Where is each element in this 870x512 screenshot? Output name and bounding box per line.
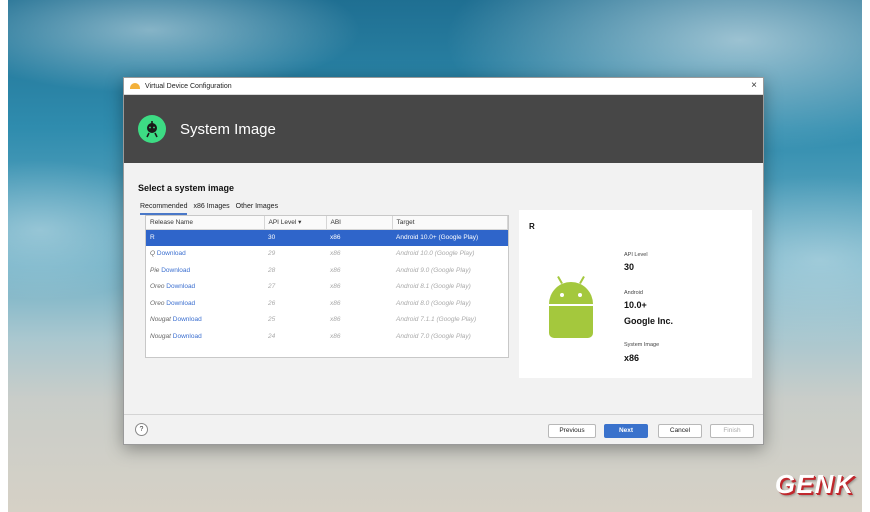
column-target[interactable]: Target [392,216,508,230]
api-level: 30 [264,229,326,246]
abi: x86 [326,229,392,246]
next-button[interactable]: Next [604,424,648,438]
target: Android 9.0 (Google Play) [396,266,471,274]
download-link[interactable]: Download [166,300,195,307]
cancel-button[interactable]: Cancel [658,424,702,438]
section-title: Select a system image [138,183,235,193]
table-header-row: Release Name API Level ▾ ABI Target [146,216,508,230]
abi: x86 [330,283,341,291]
release-name: Oreo Download [150,283,196,291]
download-link[interactable]: Download [173,333,202,340]
close-icon[interactable]: × [751,81,757,91]
wizard-title: System Image [180,120,276,138]
android-studio-icon [130,83,140,89]
image-tabs: Recommended x86 Images Other Images [140,203,278,215]
table-row[interactable]: Oreo Download 26 x86 Android 8.0 (Google… [146,295,508,312]
right-letterbox [862,0,870,512]
tab-x86-images[interactable]: x86 Images [193,203,229,215]
virtual-device-configuration-dialog: Virtual Device Configuration × System Im… [123,77,764,445]
table-row[interactable]: Q Download 29 x86 Android 10.0 (Google P… [146,246,508,263]
release-name: Oreo Download [150,299,196,307]
abi: x86 [330,332,341,340]
window-titlebar: Virtual Device Configuration × [124,78,763,95]
table-row[interactable]: R 30 x86 Android 10.0+ (Google Play) [146,229,508,246]
table-row[interactable]: Pie Download 28 x86 Android 9.0 (Google … [146,262,508,279]
left-letterbox [0,0,8,512]
android-robot-icon [549,276,593,338]
wizard-content: Select a system image Recommended x86 Im… [124,163,763,415]
window-title: Virtual Device Configuration [145,82,232,90]
tab-other-images[interactable]: Other Images [236,203,278,215]
download-link[interactable]: Download [157,250,186,257]
target: Android 8.1 (Google Play) [396,283,471,291]
image-detail-panel: R API Level 30 Android 10.0+ Google Inc.… [519,210,752,378]
tab-recommended[interactable]: Recommended [140,203,188,215]
wizard-header: System Image [124,95,763,163]
target: Android 8.0 (Google Play) [396,299,471,307]
system-image-table: Release Name API Level ▾ ABI Target R 30… [145,215,509,358]
abi: x86 [330,316,341,324]
api-level: 27 [268,283,276,291]
dialog-footer: ? Previous Next Cancel Finish [124,414,763,444]
table-row[interactable]: Nougat Download 24 x86 Android 7.0 (Goog… [146,328,508,345]
target: Android 10.0+ (Google Play) [392,229,508,246]
column-api-level[interactable]: API Level ▾ [264,216,327,230]
api-level: 26 [268,299,276,307]
api-level: 29 [268,250,276,258]
api-level: 28 [268,266,276,274]
target: Android 7.1.1 (Google Play) [396,316,477,324]
release-name: Q Download [150,250,186,258]
system-image-label: System Image [624,342,660,348]
genk-watermark-logo: GENK [774,469,854,499]
api-level-value: 30 [624,262,635,272]
table-row[interactable]: Nougat Download 25 x86 Android 7.1.1 (Go… [146,312,508,329]
system-image-value: x86 [624,353,640,363]
table-row[interactable]: Oreo Download 27 x86 Android 8.1 (Google… [146,279,508,296]
release-name: Pie Download [150,266,191,274]
column-abi[interactable]: ABI [326,216,393,230]
help-icon[interactable]: ? [135,423,148,436]
release-name: Nougat Download [150,332,202,340]
detail-title: R [529,222,535,231]
abi: x86 [330,266,341,274]
previous-button[interactable]: Previous [548,424,596,438]
download-link[interactable]: Download [166,283,195,290]
android-version-value: 10.0+ [624,300,647,310]
column-release-name[interactable]: Release Name [146,216,265,230]
android-studio-logo-icon [138,115,166,143]
vendor-value: Google Inc. [624,316,674,326]
abi: x86 [330,250,341,258]
api-level: 25 [268,316,276,324]
target: Android 7.0 (Google Play) [396,332,471,340]
finish-button[interactable]: Finish [710,424,754,438]
release-name: Nougat Download [150,316,202,324]
api-level: 24 [268,332,276,340]
target: Android 10.0 (Google Play) [396,250,475,258]
android-label: Android [624,290,643,296]
abi: x86 [330,299,341,307]
download-link[interactable]: Download [161,267,190,274]
download-link[interactable]: Download [173,316,202,323]
api-level-label: API Level [624,252,648,258]
release-name: R [146,229,264,246]
